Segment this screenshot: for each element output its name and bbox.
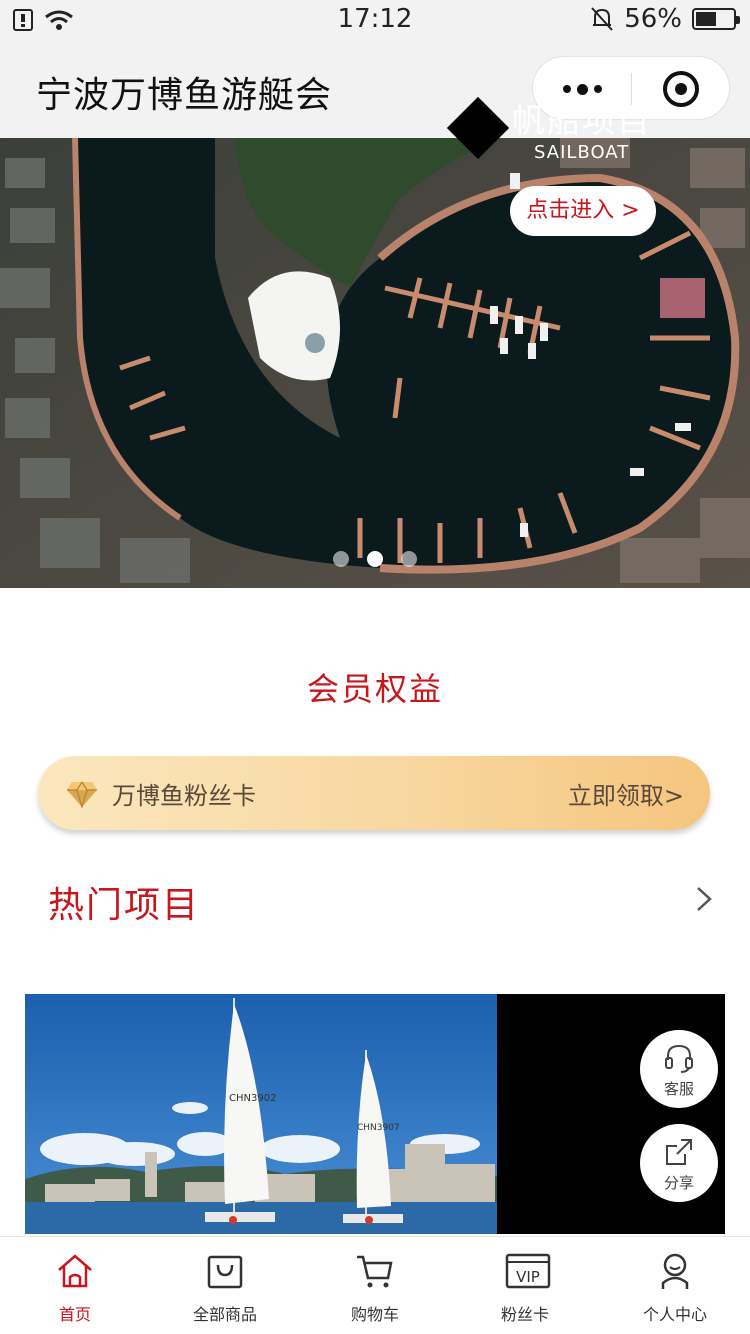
svg-text:VIP: VIP xyxy=(516,1268,540,1286)
enter-project-button[interactable]: 点击进入 > xyxy=(510,186,656,236)
hot-projects-title: 热门项目 xyxy=(48,885,201,926)
cart-icon xyxy=(357,1255,393,1288)
battery-percent: 56% xyxy=(624,4,682,34)
tab-label: 首页 xyxy=(58,1305,91,1324)
bottom-tab-bar: 首页 全部商品 购物车 VIP 粉丝卡 个人中心 xyxy=(0,1236,750,1334)
tab-profile[interactable]: 个人中心 xyxy=(600,1237,750,1334)
tab-cart[interactable]: 购物车 xyxy=(300,1237,450,1334)
headset-icon xyxy=(665,1044,693,1073)
mute-bell-icon xyxy=(591,7,613,31)
sail-number-left: CHN3902 xyxy=(229,1093,276,1104)
vip-card-icon: VIP xyxy=(505,1253,551,1289)
home-icon xyxy=(58,1254,92,1288)
page-title: 宁波万博鱼游艇会 xyxy=(36,75,333,116)
tab-label: 个人中心 xyxy=(642,1305,707,1324)
fan-card-banner[interactable]: 万博鱼粉丝卡 立即领取> xyxy=(38,756,710,830)
carousel-dot[interactable] xyxy=(401,551,417,567)
battery-fill xyxy=(696,12,716,26)
tab-home[interactable]: 首页 xyxy=(0,1237,150,1334)
status-right: 56% xyxy=(590,4,740,34)
shopping-bag-icon xyxy=(207,1255,243,1289)
sail-number-right: CHN3907 xyxy=(357,1123,400,1133)
tab-label: 粉丝卡 xyxy=(500,1305,549,1324)
tab-all-products[interactable]: 全部商品 xyxy=(150,1237,300,1334)
share-button[interactable]: 分享 xyxy=(640,1124,718,1202)
carousel-dot[interactable] xyxy=(333,551,349,567)
project-subtitle: SAILBOAT xyxy=(534,142,630,163)
customer-service-label: 客服 xyxy=(663,1080,694,1098)
carousel-dots xyxy=(0,551,750,567)
share-icon xyxy=(666,1139,692,1165)
status-bar: 17:12 56% xyxy=(0,0,750,40)
customer-service-button[interactable]: 客服 xyxy=(640,1030,718,1108)
project-title: 帆船项目 xyxy=(512,101,652,140)
tab-label: 全部商品 xyxy=(192,1305,257,1324)
fan-card-label: 万博鱼粉丝卡 xyxy=(112,782,256,810)
tab-label: 购物车 xyxy=(350,1305,399,1324)
member-benefits-title: 会员权益 xyxy=(306,670,443,708)
carousel-dot[interactable] xyxy=(367,551,383,567)
claim-now-link[interactable]: 立即领取> xyxy=(568,776,684,811)
diamond-icon xyxy=(67,780,97,808)
share-label: 分享 xyxy=(663,1174,694,1192)
sailboat-project-card[interactable]: CHN3902 CHN3907 xyxy=(25,994,725,1234)
chevron-right-icon[interactable] xyxy=(690,882,720,916)
tab-fan-card[interactable]: VIP 粉丝卡 xyxy=(450,1237,600,1334)
sailboat-photo: CHN3902 CHN3907 xyxy=(25,994,497,1234)
user-icon xyxy=(661,1253,689,1289)
battery-icon xyxy=(692,8,740,30)
